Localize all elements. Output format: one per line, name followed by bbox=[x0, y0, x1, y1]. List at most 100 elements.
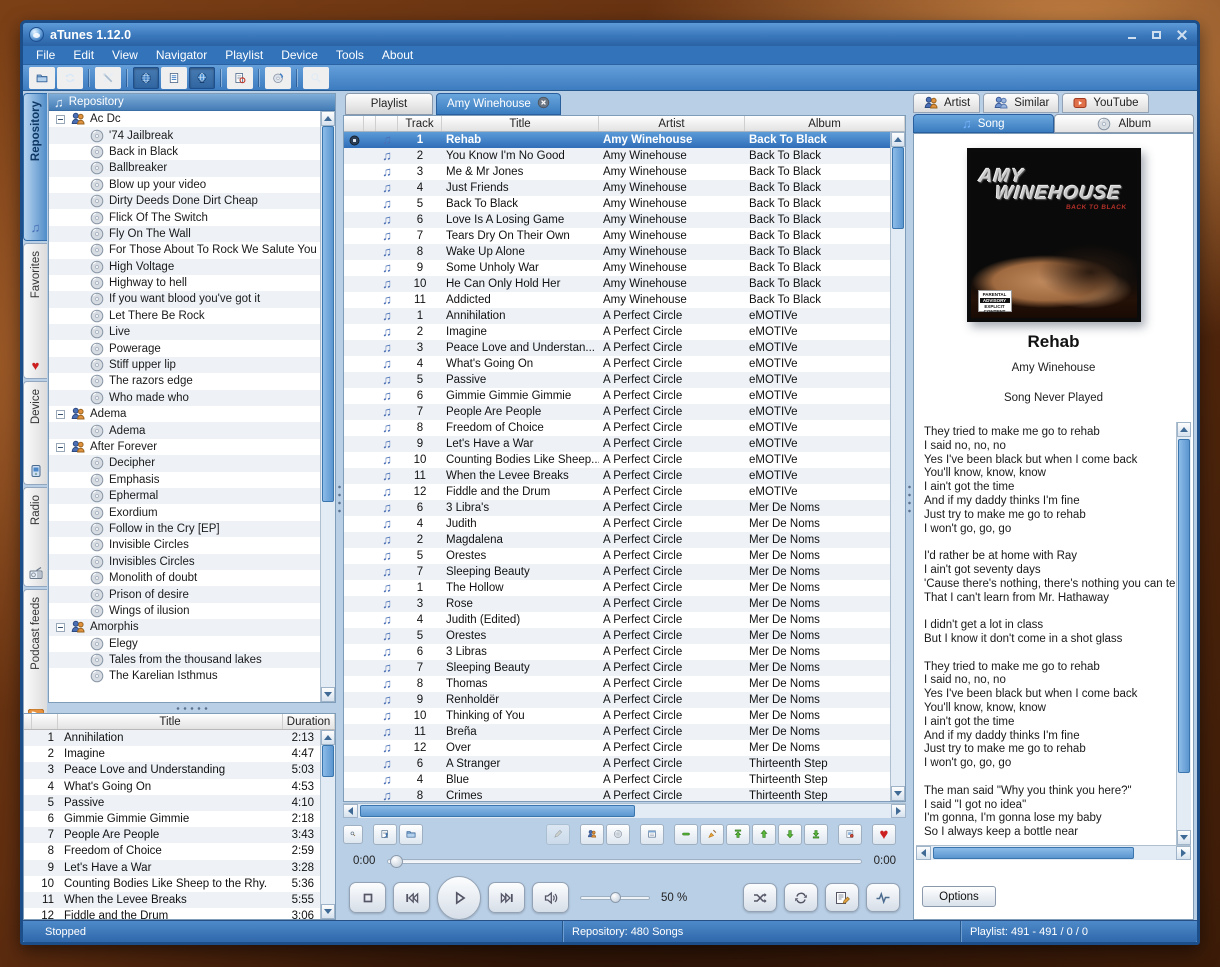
table-row[interactable]: ♫ 8 Crimes A Perfect Circle Thirteenth Step bbox=[344, 788, 890, 801]
table-row[interactable]: ♫ 6 3 Libras A Perfect Circle Mer De Noms bbox=[344, 644, 890, 660]
nav-tab-device[interactable]: Device bbox=[23, 381, 47, 485]
table-row[interactable]: 5 Passive 4:10 bbox=[24, 794, 320, 811]
volume-button[interactable] bbox=[532, 882, 569, 913]
table-row[interactable]: ♫ 6 Love Is A Losing Game Amy Winehouse Back… bbox=[344, 212, 890, 228]
context-tab-similar[interactable]: Similar bbox=[983, 93, 1060, 113]
move-down-button[interactable] bbox=[778, 823, 802, 845]
table-row[interactable]: ♫ 7 People Are People A Perfect Circle eMOTI… bbox=[344, 404, 890, 420]
column-header-album[interactable]: Album bbox=[745, 116, 905, 131]
column-header-blank[interactable] bbox=[364, 116, 376, 131]
edit-button[interactable] bbox=[546, 823, 570, 845]
queue-scrollbar[interactable] bbox=[320, 730, 335, 919]
scroll-left-button[interactable] bbox=[916, 846, 931, 860]
scroll-up-button[interactable] bbox=[321, 111, 335, 126]
table-row[interactable]: ♫ 4 Just Friends Amy Winehouse Back To Black bbox=[344, 180, 890, 196]
scrollbar-thumb[interactable] bbox=[360, 805, 635, 817]
tree-item-album[interactable]: Prison of desire bbox=[49, 586, 320, 603]
context-tab-artist[interactable]: Artist bbox=[913, 93, 981, 113]
table-row[interactable]: ♫ 6 Gimmie Gimmie Gimmie A Perfect Circle eM… bbox=[344, 388, 890, 404]
tree-item-album[interactable]: Who made who bbox=[49, 389, 320, 407]
table-row[interactable]: 9 Let's Have a War 3:28 bbox=[24, 859, 320, 876]
menu-item-file[interactable]: File bbox=[27, 46, 64, 65]
tree-item-album[interactable]: '74 Jailbreak bbox=[49, 127, 320, 144]
table-row[interactable]: ♫ 12 Fiddle and the Drum A Perfect Circle eM… bbox=[344, 484, 890, 500]
favorite-button[interactable]: ♥ bbox=[872, 823, 896, 845]
tree-item-artist[interactable]: Amorphis bbox=[49, 619, 320, 636]
table-row[interactable]: ♫ 8 Thomas A Perfect Circle Mer De Noms bbox=[344, 676, 890, 692]
menu-item-about[interactable]: About bbox=[373, 46, 422, 65]
table-row[interactable]: ♫ 3 Me & Mr Jones Amy Winehouse Back To Blac… bbox=[344, 164, 890, 180]
song-table-hscrollbar[interactable] bbox=[343, 803, 906, 818]
report-button[interactable] bbox=[227, 66, 253, 89]
info-button[interactable] bbox=[640, 823, 664, 845]
scroll-down-button[interactable] bbox=[891, 786, 905, 801]
table-row[interactable]: ♫ 3 Rose A Perfect Circle Mer De Noms bbox=[344, 596, 890, 612]
progress-slider[interactable] bbox=[387, 854, 862, 868]
play-button[interactable] bbox=[437, 875, 481, 920]
table-row[interactable]: ♫ 4 Judith (Edited) A Perfect Circle Mer De … bbox=[344, 612, 890, 628]
table-row[interactable]: 8 Freedom of Choice 2:59 bbox=[24, 843, 320, 859]
table-row[interactable]: ♫ 9 Let's Have a War A Perfect Circle eMOTIV… bbox=[344, 436, 890, 452]
table-row[interactable]: ♫ 1 Annihilation A Perfect Circle eMOTIVe bbox=[344, 308, 890, 324]
table-row[interactable]: 4 What's Going On 4:53 bbox=[24, 779, 320, 795]
tree-scrollbar[interactable] bbox=[320, 111, 335, 702]
tree-item-album[interactable]: The Karelian Isthmus bbox=[49, 668, 320, 684]
menu-item-playlist[interactable]: Playlist bbox=[216, 46, 272, 65]
tree-item-album[interactable]: Invisible Circles bbox=[49, 537, 320, 553]
search-button[interactable] bbox=[343, 824, 363, 844]
table-row[interactable]: ♫ 5 Orestes A Perfect Circle Mer De Noms bbox=[344, 628, 890, 644]
tree-item-album[interactable]: Live bbox=[49, 324, 320, 341]
lyrics-hscrollbar[interactable] bbox=[916, 845, 1191, 860]
column-header-blank[interactable] bbox=[24, 714, 32, 729]
lyrics-button[interactable] bbox=[825, 883, 859, 912]
table-row[interactable]: ♫ 7 Tears Dry On Their Own Amy Winehouse Bac… bbox=[344, 228, 890, 244]
tree-item-artist[interactable]: After Forever bbox=[49, 439, 320, 455]
table-row[interactable]: ♫ 11 When the Levee Breaks A Perfect Circle… bbox=[344, 468, 890, 484]
options-button[interactable]: Options bbox=[922, 886, 996, 907]
tree-item-album[interactable]: Back in Black bbox=[49, 144, 320, 160]
table-row[interactable]: ♫ 10 He Can Only Hold Her Amy Winehouse Back… bbox=[344, 276, 890, 292]
context-information-button[interactable] bbox=[189, 66, 215, 89]
tree-item-album[interactable]: Ballbreaker bbox=[49, 160, 320, 177]
tree-item-album[interactable]: Flick Of The Switch bbox=[49, 209, 320, 225]
table-row[interactable]: ♫ 2 You Know I'm No Good Amy Winehouse Back … bbox=[344, 148, 890, 164]
scrollbar-thumb[interactable] bbox=[322, 126, 334, 502]
table-row[interactable]: 2 Imagine 4:47 bbox=[24, 746, 320, 762]
repeat-button[interactable] bbox=[784, 883, 818, 912]
table-row[interactable]: 6 Gimmie Gimmie Gimmie 2:18 bbox=[24, 811, 320, 827]
nav-tab-podcast-feeds[interactable]: Podcast feeds bbox=[23, 589, 47, 731]
column-header-duration[interactable]: Duration bbox=[283, 714, 335, 729]
column-header-track[interactable]: Track bbox=[398, 116, 442, 131]
open-folder-button[interactable] bbox=[399, 823, 423, 845]
table-row[interactable]: ♫ 3 Peace Love and Understan... A Perfect C… bbox=[344, 340, 890, 356]
nav-tab-repository[interactable]: Repository ♫ bbox=[23, 93, 47, 241]
tree-item-album[interactable]: Decipher bbox=[49, 455, 320, 472]
table-row[interactable]: ♫ 2 Magdalena A Perfect Circle Mer De Noms bbox=[344, 532, 890, 548]
table-row[interactable]: ♫ 9 Renholdër A Perfect Circle Mer De Noms bbox=[344, 692, 890, 708]
tree-item-album[interactable]: Monolith of doubt bbox=[49, 570, 320, 586]
search-button[interactable] bbox=[303, 66, 329, 89]
context-subtab-song[interactable]: ♫ Song bbox=[913, 114, 1054, 133]
scrollbar-thumb[interactable] bbox=[1178, 439, 1190, 774]
table-row[interactable]: ♫ 9 Some Unholy War Amy Winehouse Back To Bl… bbox=[344, 260, 890, 276]
table-row[interactable]: 11 When the Levee Breaks 5:55 bbox=[24, 891, 320, 909]
tree-item-album[interactable]: Dirty Deeds Done Dirt Cheap bbox=[49, 192, 320, 210]
table-row[interactable]: ♫ 1 The Hollow A Perfect Circle Mer De Noms bbox=[344, 580, 890, 596]
tree-item-album[interactable]: Wings of ilusion bbox=[49, 603, 320, 619]
next-button[interactable] bbox=[488, 882, 525, 913]
save-button[interactable] bbox=[373, 823, 397, 845]
menu-item-navigator[interactable]: Navigator bbox=[147, 46, 216, 65]
scroll-down-button[interactable] bbox=[321, 687, 335, 702]
table-row[interactable]: ♫ 11 Addicted Amy Winehouse Back To Black bbox=[344, 292, 890, 308]
close-button[interactable] bbox=[1172, 27, 1191, 42]
table-row[interactable]: ♫ 12 Over A Perfect Circle Mer De Noms bbox=[344, 740, 890, 756]
lyrics-scrollbar[interactable] bbox=[1176, 422, 1191, 845]
table-row[interactable]: ♫ 4 Judith A Perfect Circle Mer De Noms bbox=[344, 516, 890, 532]
tree-item-album[interactable]: Highway to hell bbox=[49, 275, 320, 291]
refresh-button[interactable] bbox=[57, 66, 83, 89]
column-header-blank[interactable] bbox=[344, 116, 364, 131]
scroll-up-button[interactable] bbox=[891, 132, 905, 147]
table-row[interactable]: ♫ 10 Counting Bodies Like Sheep... A Perfec… bbox=[344, 452, 890, 468]
playlist-tab-playlist[interactable]: Playlist bbox=[345, 93, 433, 115]
move-top-button[interactable] bbox=[726, 823, 750, 845]
